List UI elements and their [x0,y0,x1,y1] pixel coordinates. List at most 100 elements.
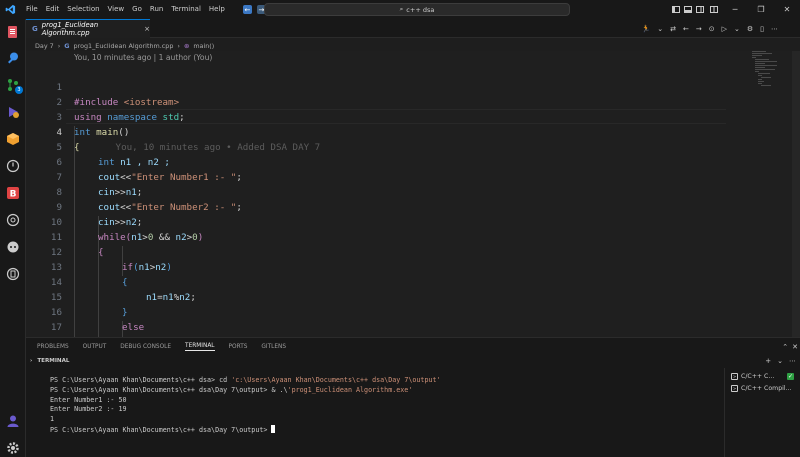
code-line: 11 { [26,215,726,258]
code-line: 10 while(n1>0 && n2>0) [26,200,726,243]
chatgpt-icon[interactable] [5,212,21,228]
run-person-icon[interactable]: 🏃 [642,25,651,33]
breadcrumb-folder[interactable]: Day 7 [35,42,54,50]
tab-gitlens[interactable]: GITLENS [261,344,286,350]
tab-debug-console[interactable]: DEBUG CONSOLE [120,344,171,350]
run-code-icon[interactable]: ▷ [722,25,727,33]
explorer-icon[interactable] [5,24,21,40]
tab-prog1-euclidean-algorithm[interactable]: G prog1_Euclidean Algorithm.cpp × [26,19,150,38]
code-line: 8 cout<<"Enter Number2 :- "; [26,170,726,213]
go-back-change-icon[interactable]: ← [683,25,689,33]
close-window-icon[interactable]: ✕ [774,5,800,14]
terminal-icon: > [731,384,738,392]
menu-bar: File Edit Selection View Go Run Terminal… [22,0,229,19]
minimize-icon[interactable]: ─ [722,5,748,14]
source-control-badge: 3 [15,86,23,94]
code-line-current: 4 {You, 10 minutes ago • Added DSA DAY 7 [26,110,726,153]
code-line: 9 cin>>n2; [26,185,726,228]
search-view-icon[interactable] [5,50,21,66]
search-icon: ⌕ [399,5,404,13]
customize-layout-icon[interactable] [706,6,722,13]
menu-terminal[interactable]: Terminal [167,0,205,19]
vscode-logo-icon [0,0,20,19]
code-line: 17 { [26,305,726,348]
extensions-icon[interactable] [5,131,21,147]
codelens-author[interactable]: You, 10 minutes ago | 1 author (You) [74,53,212,62]
maximize-panel-icon[interactable]: ⌃ [782,343,788,351]
minimap[interactable] [752,51,792,111]
code-line: 1 #include <iostream> [26,65,726,108]
close-panel-icon[interactable]: ✕ [792,343,798,351]
code-editor[interactable]: You, 10 minutes ago | 1 author (You) 1 #… [26,51,800,363]
settings-gear-small-icon[interactable]: ⚙ [747,25,753,33]
chevron-right-icon: › [57,41,61,50]
go-forward-change-icon[interactable]: → [696,25,702,33]
account-icon[interactable] [5,413,21,429]
chevron-right-icon: › [177,41,180,50]
menu-selection[interactable]: Selection [63,0,103,19]
terminal-section-header[interactable]: › TERMINAL + ⌄ ⋯ [26,355,800,367]
maximize-icon[interactable]: ❐ [748,5,774,14]
tab-output[interactable]: OUTPUT [83,344,107,350]
bookmarks-icon[interactable]: B [5,185,21,201]
toggle-secondary-sidebar-icon[interactable] [694,6,706,13]
terminal-output[interactable]: PS C:\Users\Ayaan Khan\Documents\c++ dsa… [50,376,441,436]
window-controls: ─ ❐ ✕ [670,0,800,19]
breadcrumb-symbol[interactable]: main() [193,42,214,50]
toggle-panel-icon[interactable] [682,6,694,13]
terminal-instance[interactable]: > C/C++ Compil... [725,382,800,394]
tab-problems[interactable]: PROBLEMS [37,344,69,350]
terminal-list: > C/C++ C... ✓ > C/C++ Compil... [724,368,800,457]
code-line: 2 using namespace std; [26,80,726,123]
command-center-search[interactable]: ⌕ c++ dsa [264,3,570,16]
check-icon: ✓ [787,372,794,380]
github-copilot-icon[interactable] [5,239,21,255]
terminal-cursor [271,424,276,433]
editor-scrollbar[interactable] [792,51,800,337]
more-actions-icon[interactable]: ⋯ [771,25,778,33]
terminal-more-icon[interactable]: ⋯ [789,357,796,365]
editor-actions: 🏃 ⌄ ⇄ ← → ⊙ ▷ ⌄ ⚙ ▯ ⋯ [642,19,800,38]
code-line: 12 if(n1>n2) [26,230,726,273]
nav-arrows: ← → [242,5,266,14]
remote-explorer-icon[interactable] [5,266,21,282]
code-line: 7 cin>>n1; [26,155,726,198]
cpp-file-small-icon: G [64,41,70,50]
function-symbol-icon: ⊛ [183,41,190,50]
git-history-icon[interactable] [5,158,21,174]
editor-tab-bar: G prog1_Euclidean Algorithm.cpp × 🏃 ⌄ ⇄ … [26,19,800,38]
split-editor-icon[interactable]: ▯ [760,25,764,33]
code-line: 14 n1=n1%n2; [26,260,726,303]
new-terminal-icon[interactable]: + [765,357,771,365]
breadcrumb: Day 7 › G prog1_Euclidean Algorithm.cpp … [35,40,214,51]
breadcrumb-file[interactable]: prog1_Euclidean Algorithm.cpp [74,42,174,50]
activity-bar: 3 B [0,19,26,457]
source-control-icon[interactable]: 3 [5,77,23,94]
menu-view[interactable]: View [104,0,129,19]
code-line: 13 { [26,245,726,288]
terminal-instance[interactable]: > C/C++ C... ✓ [725,370,800,382]
run-debug-icon[interactable] [5,104,21,120]
terminal-dropdown-icon[interactable]: ⌄ [777,357,783,365]
code-line: 5 int n1 , n2 ; [26,125,726,168]
menu-help[interactable]: Help [205,0,229,19]
compare-changes-icon[interactable]: ⇄ [670,25,676,33]
code-line: 16 else [26,290,726,333]
tab-terminal[interactable]: TERMINAL [185,343,215,351]
bottom-panel: PROBLEMS OUTPUT DEBUG CONSOLE TERMINAL P… [26,337,800,457]
chevron-down-icon[interactable]: › [30,358,32,364]
toggle-primary-sidebar-icon[interactable] [670,6,682,13]
tab-ports[interactable]: PORTS [229,344,248,350]
menu-file[interactable]: File [22,0,42,19]
split-dropdown-icon[interactable]: ⌄ [657,25,663,33]
run-dropdown-icon[interactable]: ⌄ [734,25,740,33]
close-tab-icon[interactable]: × [144,25,150,33]
open-changes-icon[interactable]: ⊙ [709,25,715,33]
svg-text:B: B [10,190,17,200]
menu-run[interactable]: Run [146,0,167,19]
back-arrow-icon[interactable]: ← [242,5,252,14]
menu-edit[interactable]: Edit [42,0,64,19]
menu-go[interactable]: Go [128,0,146,19]
settings-gear-icon[interactable] [5,440,21,456]
tab-label: prog1_Euclidean Algorithm.cpp [41,21,99,37]
